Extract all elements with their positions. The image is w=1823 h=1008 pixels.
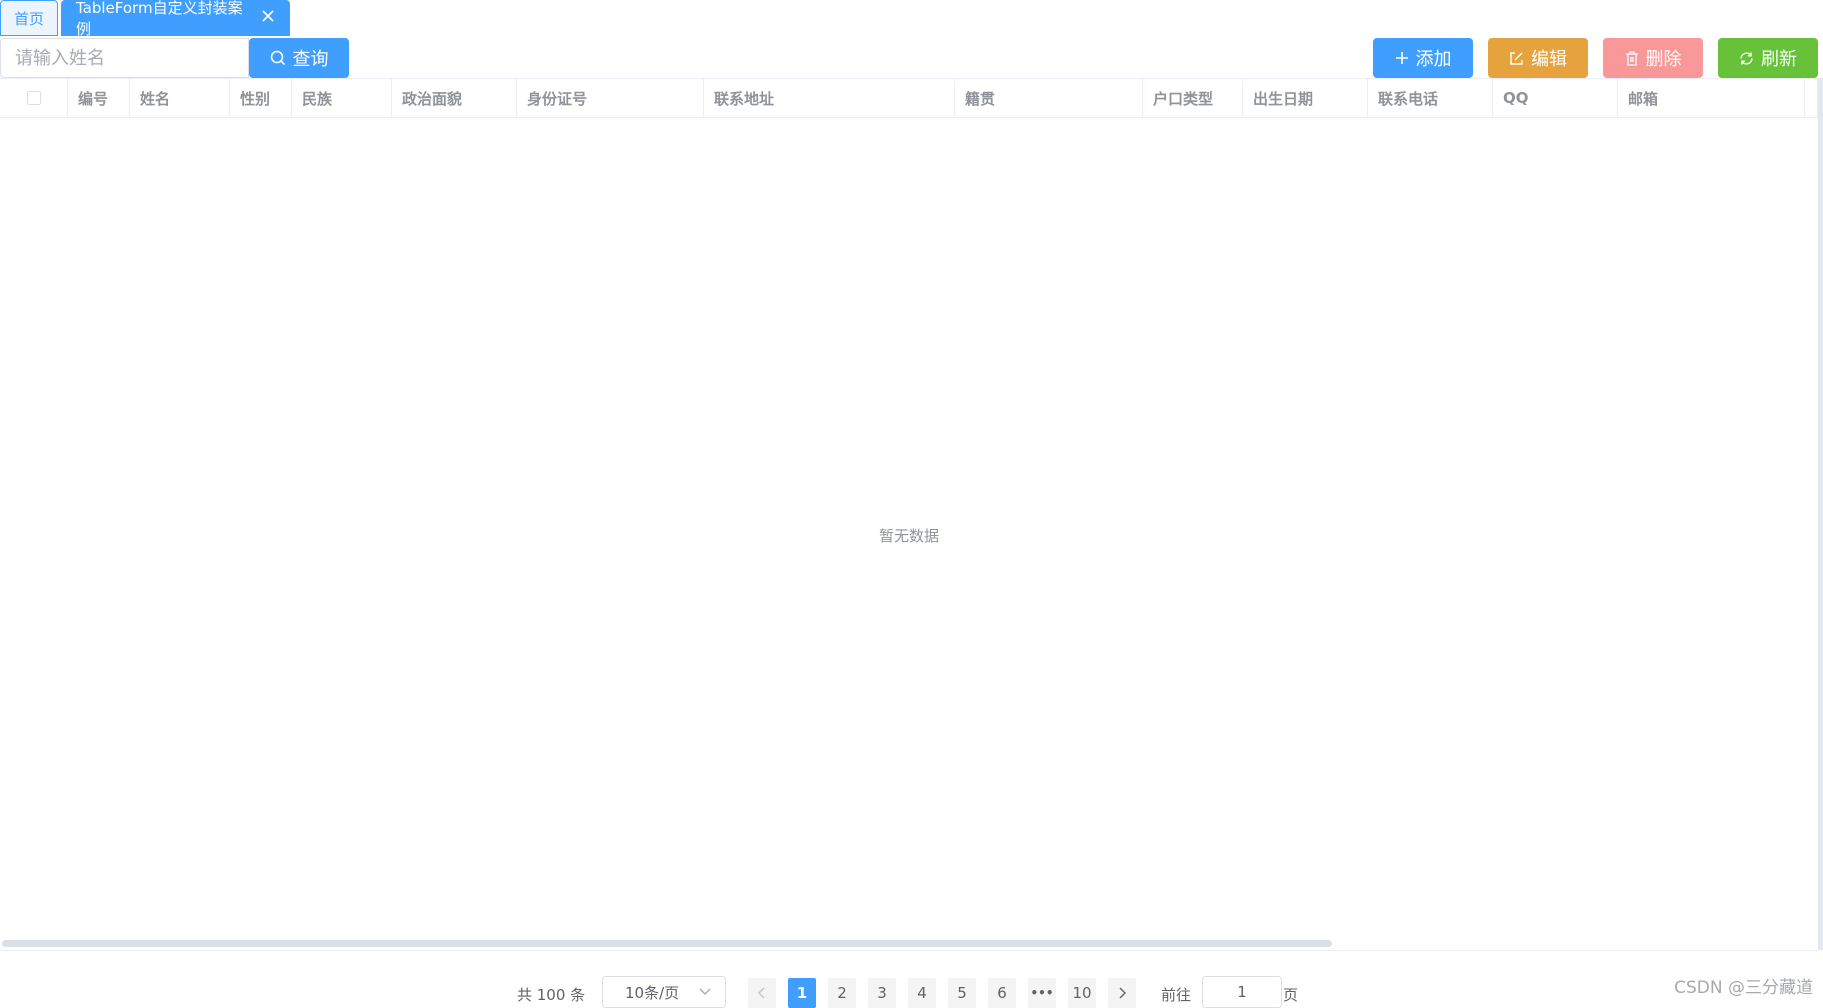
query-button[interactable]: 查询 — [249, 38, 349, 78]
page-button[interactable]: 3 — [868, 978, 896, 1008]
chevron-down-icon — [699, 988, 711, 995]
search-input[interactable] — [0, 38, 249, 78]
page-size-select[interactable]: 10条/页 — [602, 976, 726, 1008]
query-button-label: 查询 — [292, 49, 329, 70]
page-button[interactable]: 2 — [828, 978, 856, 1008]
page-ellipsis[interactable]: ••• — [1028, 978, 1056, 1008]
column-header[interactable]: 出生日期 — [1243, 79, 1368, 117]
column-header[interactable]: 姓名 — [130, 79, 230, 117]
column-header[interactable]: 政治面貌 — [392, 79, 517, 117]
table-empty-text: 暂无数据 — [878, 527, 939, 545]
prev-page-button[interactable] — [748, 978, 776, 1008]
page-button[interactable]: 5 — [948, 978, 976, 1008]
column-header[interactable]: QQ — [1493, 79, 1618, 117]
column-header[interactable]: 联系地址 — [704, 79, 955, 117]
refresh-icon — [1740, 51, 1753, 65]
chevron-right-icon — [1119, 987, 1126, 999]
tab-bar: 首页 TableForm自定义封装案例 — [0, 0, 293, 38]
refresh-button-label: 刷新 — [1761, 49, 1797, 70]
edit-button-label: 编辑 — [1531, 49, 1567, 70]
delete-button-label: 删除 — [1645, 49, 1682, 70]
tab-tableform-label: TableForm自定义封装案例 — [76, 0, 243, 38]
page-size-value: 10条/页 — [625, 983, 680, 1002]
edit-button[interactable]: 编辑 — [1488, 38, 1588, 78]
horizontal-scrollbar-thumb[interactable] — [2, 940, 1332, 947]
trash-icon — [1625, 50, 1638, 66]
table-bottom-border — [0, 950, 1818, 951]
close-icon[interactable] — [261, 9, 275, 27]
search-icon — [270, 50, 285, 66]
horizontal-scrollbar[interactable] — [0, 940, 1818, 948]
column-header[interactable]: 性别 — [230, 79, 292, 117]
column-header[interactable]: 邮箱 — [1618, 79, 1805, 117]
delete-button[interactable]: 删除 — [1603, 38, 1703, 78]
goto-suffix: 页 — [1283, 986, 1299, 1004]
page-button[interactable]: 1 — [788, 978, 816, 1008]
chevron-left-icon — [758, 987, 765, 999]
page-button[interactable]: 4 — [908, 978, 936, 1008]
goto-page-input[interactable] — [1202, 976, 1282, 1008]
column-header[interactable]: 户口类型 — [1143, 79, 1243, 117]
pagination-total: 共 100 条 — [517, 986, 586, 1004]
goto-label: 前往 — [1161, 986, 1192, 1004]
select-all-cell — [0, 79, 68, 117]
column-header[interactable]: 籍贯 — [955, 79, 1143, 117]
column-header[interactable]: 民族 — [292, 79, 392, 117]
tab-tableform[interactable]: TableForm自定义封装案例 — [61, 0, 290, 38]
column-header[interactable]: 编号 — [68, 79, 130, 117]
column-header[interactable]: 身份证号 — [517, 79, 704, 117]
page-button[interactable]: 6 — [988, 978, 1016, 1008]
plus-icon — [1395, 52, 1408, 64]
column-header-overflow — [1805, 79, 1818, 117]
next-page-button[interactable] — [1108, 978, 1136, 1008]
add-button[interactable]: 添加 — [1373, 38, 1473, 78]
edit-icon — [1510, 51, 1523, 65]
vertical-scrollbar[interactable] — [1818, 78, 1823, 950]
add-button-label: 添加 — [1415, 49, 1452, 70]
tab-home[interactable]: 首页 — [0, 0, 58, 36]
watermark: CSDN @三分藏道 — [1674, 978, 1813, 998]
table-header: 编号 姓名 性别 民族 政治面貌 身份证号 联系地址 籍贯 户口类型 出生日期 … — [0, 78, 1818, 118]
tab-home-label: 首页 — [13, 9, 44, 28]
select-all-checkbox[interactable] — [26, 91, 41, 105]
refresh-button[interactable]: 刷新 — [1718, 38, 1818, 78]
page-button[interactable]: 10 — [1068, 978, 1096, 1008]
column-header[interactable]: 联系电话 — [1368, 79, 1493, 117]
